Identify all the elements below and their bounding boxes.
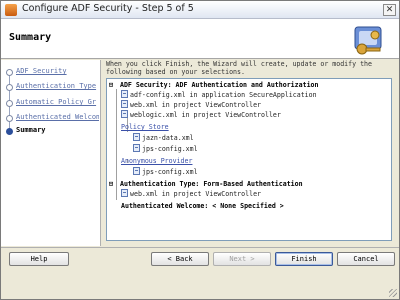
back-button[interactable]: < Back	[151, 252, 209, 266]
tree-row-policy-store[interactable]: Policy Store	[121, 122, 169, 132]
wizard-steps-nav: ADF Security Authentication Type Automat…	[1, 60, 101, 246]
collapse-icon[interactable]: ⊟	[109, 80, 116, 90]
xml-file-icon	[121, 189, 128, 197]
xml-file-icon	[133, 133, 140, 141]
wizard-header: Summary	[1, 19, 399, 59]
page-title: Summary	[9, 32, 52, 43]
tree-row-jazn-data[interactable]: jazn-data.xml	[133, 133, 194, 143]
tree-row-auth-welcome[interactable]: Authenticated Welcome: < None Specified …	[121, 201, 284, 211]
step-dot-icon	[6, 100, 13, 107]
xml-file-icon	[121, 100, 128, 108]
tree-row-adf-security[interactable]: ⊟ ADF Security: ADF Authentication and A…	[109, 80, 318, 90]
step-dot-icon	[6, 69, 13, 76]
nav-step-label: Automatic Policy Gr	[16, 98, 97, 106]
tree-row-weblogic-xml[interactable]: weblogic.xml in project ViewController	[121, 110, 281, 120]
nav-step-adf-security[interactable]: ADF Security	[1, 66, 100, 80]
xml-file-icon	[133, 144, 140, 152]
tree-row-auth-type[interactable]: ⊟ Authentication Type: Form-Based Authen…	[109, 179, 303, 189]
tree-row-jps-config[interactable]: jps-config.xml	[133, 144, 198, 154]
resize-grip-icon[interactable]	[389, 289, 397, 297]
cancel-button[interactable]: Cancel	[337, 252, 395, 266]
security-keys-icon	[354, 26, 382, 55]
collapse-icon[interactable]: ⊟	[109, 179, 116, 189]
step-dot-icon	[6, 84, 13, 91]
nav-step-label: Authentication Type	[16, 82, 97, 90]
xml-file-icon	[121, 110, 128, 118]
nav-step-authenticated-welcome[interactable]: Authenticated Welcom	[1, 112, 100, 126]
wizard-window: Configure ADF Security - Step 5 of 5 ✕ S…	[0, 0, 400, 300]
nav-step-label: Authenticated Welcom	[16, 113, 99, 121]
summary-tree[interactable]: ⊟ ADF Security: ADF Authentication and A…	[106, 78, 392, 241]
help-button[interactable]: Help	[9, 252, 69, 266]
nav-step-label: ADF Security	[16, 67, 67, 75]
nav-step-policy-grants[interactable]: Automatic Policy Gr	[1, 97, 100, 111]
title-bar: Configure ADF Security - Step 5 of 5 ✕	[1, 1, 399, 19]
app-icon	[5, 4, 17, 16]
tree-row-jps-config-2[interactable]: jps-config.xml	[133, 167, 198, 177]
tree-row-anonymous-provider[interactable]: Anonymous Provider	[121, 156, 192, 166]
intro-text: When you click Finish, the Wizard will c…	[106, 60, 372, 76]
nav-step-label: Summary	[16, 126, 46, 134]
tree-row-web-xml[interactable]: web.xml in project ViewController	[121, 100, 261, 110]
tree-row-adf-config[interactable]: adf-config.xml in application SecureAppl…	[121, 90, 317, 100]
next-button[interactable]: Next >	[213, 252, 271, 266]
finish-button[interactable]: Finish	[275, 252, 333, 266]
current-step-dot-icon	[6, 128, 13, 135]
step-dot-icon	[6, 115, 13, 122]
window-title: Configure ADF Security - Step 5 of 5	[22, 3, 194, 14]
tree-row-web-xml-2[interactable]: web.xml in project ViewController	[121, 189, 261, 199]
xml-file-icon	[133, 167, 140, 175]
summary-panel: When you click Finish, the Wizard will c…	[104, 60, 399, 246]
nav-step-summary[interactable]: Summary	[1, 125, 100, 139]
nav-step-authentication-type[interactable]: Authentication Type	[1, 81, 100, 95]
close-button[interactable]: ✕	[383, 4, 396, 16]
xml-file-icon	[121, 90, 128, 98]
button-bar-divider	[1, 247, 399, 248]
